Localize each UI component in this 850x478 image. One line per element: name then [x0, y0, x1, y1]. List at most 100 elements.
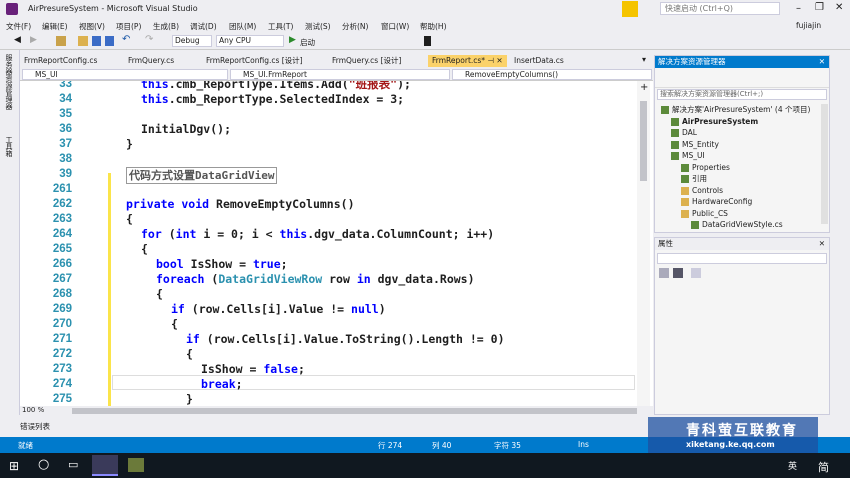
tab-frmreportconfig-cs[interactable]: FrmReportConfig.cs	[24, 55, 97, 67]
code-line[interactable]: 265 {	[20, 242, 635, 257]
solution-tree-item[interactable]: Public_CS	[681, 208, 728, 219]
code-line[interactable]: 38	[20, 152, 635, 167]
properties-object-select[interactable]	[657, 253, 827, 264]
code-line[interactable]: 34 this.cmb_ReportType.SelectedIndex = 3;	[20, 92, 635, 107]
scroll-thumb[interactable]	[640, 101, 647, 181]
categorized-icon[interactable]	[659, 268, 669, 278]
tab-insertdata-cs[interactable]: InsertData.cs	[514, 55, 564, 67]
menu-window[interactable]: 窗口(W)	[381, 21, 409, 32]
user-name[interactable]: fujiajin	[796, 21, 821, 30]
code-line[interactable]: 263 {	[20, 212, 635, 227]
member-dropdown[interactable]: RemoveEmptyColumns()	[452, 69, 652, 80]
solution-tree-item[interactable]: DataGridViewStyle.cs	[691, 219, 783, 230]
code-line[interactable]: 266 bool IsShow = true;	[20, 257, 635, 272]
menu-tools[interactable]: 工具(T)	[268, 21, 293, 32]
config-select[interactable]: Debug	[172, 35, 212, 47]
code-line[interactable]: 271 if (row.Cells[i].Value.ToString().Len…	[20, 332, 635, 347]
project-dropdown[interactable]: MS_UI	[22, 69, 228, 80]
solution-tree-item[interactable]: HardwareConfig	[681, 196, 752, 207]
windows-start-icon[interactable]: ⊞	[9, 459, 19, 473]
maximize-button[interactable]: ❐	[815, 2, 824, 13]
code-line[interactable]: 33 this.cmb_ReportType.Items.Add("班报表");	[20, 81, 635, 92]
horizontal-scrollbar[interactable]	[72, 408, 637, 414]
ime-indicator[interactable]: 英	[788, 459, 797, 472]
menu-edit[interactable]: 编辑(E)	[42, 21, 68, 32]
code-line[interactable]: 272 {	[20, 347, 635, 362]
solution-tree-item[interactable]: Properties	[681, 162, 730, 173]
code-line[interactable]: 270 {	[20, 317, 635, 332]
solution-tree-item[interactable]: AirPresureSystem	[671, 116, 758, 127]
ime-mode-indicator[interactable]: 简	[818, 459, 829, 475]
properties-close-icon[interactable]: ✕	[819, 238, 825, 250]
alphabetical-icon[interactable]	[673, 268, 683, 278]
code-line[interactable]: 269 if (row.Cells[i].Value != null)	[20, 302, 635, 317]
solution-tree-item[interactable]: Controls	[681, 185, 723, 196]
tab-frmquery-design[interactable]: FrmQuery.cs [设计]	[332, 55, 401, 67]
redo-icon[interactable]: ↷	[145, 34, 153, 45]
menu-debug[interactable]: 调试(D)	[190, 21, 217, 32]
code-line[interactable]: 261	[20, 182, 635, 197]
bookmark-icon[interactable]	[424, 36, 431, 46]
zoom-select[interactable]: 100 %	[22, 406, 44, 414]
menu-project[interactable]: 项目(P)	[116, 21, 141, 32]
menu-team[interactable]: 团队(M)	[229, 21, 256, 32]
menu-test[interactable]: 测试(S)	[305, 21, 331, 32]
tab-close-icon[interactable]: ✕	[496, 56, 502, 65]
menu-help[interactable]: 帮助(H)	[420, 21, 447, 32]
solution-scrollbar[interactable]	[821, 104, 828, 224]
start-button[interactable]: 启动	[300, 37, 315, 48]
pin-icon[interactable]: ⊣	[487, 56, 494, 65]
platform-select[interactable]: Any CPU	[216, 35, 284, 47]
code-line[interactable]: 262 private void RemoveEmptyColumns()	[20, 197, 635, 212]
server-explorer-tab[interactable]: 服务器资源管理器	[4, 54, 14, 110]
new-project-icon[interactable]	[56, 36, 66, 46]
solution-tree-item[interactable]: DAL	[671, 127, 697, 138]
solution-search-input[interactable]: 搜索解决方案资源管理器(Ctrl+;)	[657, 89, 827, 100]
filter-icon[interactable]	[622, 1, 638, 17]
tab-list-icon[interactable]: ▾	[642, 55, 646, 64]
solution-tree-item[interactable]: MS_UI	[671, 150, 705, 161]
solution-tree-item[interactable]: 解决方案'AirPresureSystem' (4 个项目)	[661, 104, 810, 115]
tab-frmquery-cs[interactable]: FrmQuery.cs	[128, 55, 174, 67]
code-line[interactable]: 37}	[20, 137, 635, 152]
menu-file[interactable]: 文件(F)	[6, 21, 31, 32]
start-icon[interactable]: ▶	[289, 35, 296, 45]
code-line[interactable]: 268 {	[20, 287, 635, 302]
minimize-button[interactable]: –	[796, 3, 801, 14]
undo-icon[interactable]: ↶	[122, 34, 130, 45]
task-view-icon[interactable]: ▭	[68, 458, 78, 471]
toolbox-tab[interactable]: 工具箱	[4, 136, 14, 157]
save-icon[interactable]	[92, 36, 101, 46]
search-icon[interactable]: ○	[38, 457, 49, 472]
property-pages-icon[interactable]	[691, 268, 701, 278]
code-line[interactable]: 39 代码方式设置DataGridView	[20, 167, 635, 184]
solution-tree-item[interactable]: 引用	[681, 173, 707, 184]
menu-build[interactable]: 生成(B)	[153, 21, 179, 32]
menu-analyze[interactable]: 分析(N)	[342, 21, 368, 32]
panel-close-icon[interactable]: ✕	[819, 56, 825, 68]
app-taskbar-icon[interactable]	[128, 458, 144, 472]
split-plus-icon[interactable]: +	[640, 82, 648, 93]
vertical-scrollbar[interactable]	[637, 81, 650, 406]
back-icon[interactable]: ◀	[14, 35, 21, 45]
quick-launch-input[interactable]: 快速启动 (Ctrl+Q)	[660, 2, 780, 15]
class-dropdown[interactable]: MS_UI.FrmReport	[230, 69, 450, 80]
error-list-tab[interactable]: 错误列表	[20, 421, 50, 432]
tab-frmreportconfig-design[interactable]: FrmReportConfig.cs [设计]	[206, 55, 303, 67]
code-line[interactable]: 274 break;	[20, 377, 635, 392]
tab-frmreport-cs[interactable]: FrmReport.cs* ⊣ ✕	[428, 55, 507, 67]
solution-tree-item[interactable]: MS_Entity	[671, 139, 719, 150]
code-editor[interactable]: 33 this.cmb_ReportType.Items.Add("班报表"); 3…	[20, 81, 635, 406]
code-line[interactable]: 264 for (int i = 0; i < this.dgv_data.Col…	[20, 227, 635, 242]
code-line[interactable]: 275}	[20, 392, 635, 406]
open-icon[interactable]	[78, 36, 88, 46]
save-all-icon[interactable]	[105, 36, 114, 46]
menu-view[interactable]: 视图(V)	[79, 21, 105, 32]
close-button[interactable]: ✕	[835, 2, 843, 13]
code-line[interactable]: 36 InitialDgv();	[20, 122, 635, 137]
visual-studio-taskbar-icon[interactable]	[92, 455, 118, 476]
code-line[interactable]: 35	[20, 107, 635, 122]
forward-icon[interactable]: ▶	[30, 35, 37, 45]
code-line[interactable]: 267 foreach (DataGridViewRow row in dgv_d…	[20, 272, 635, 287]
code-line[interactable]: 273 IsShow = false;	[20, 362, 635, 377]
